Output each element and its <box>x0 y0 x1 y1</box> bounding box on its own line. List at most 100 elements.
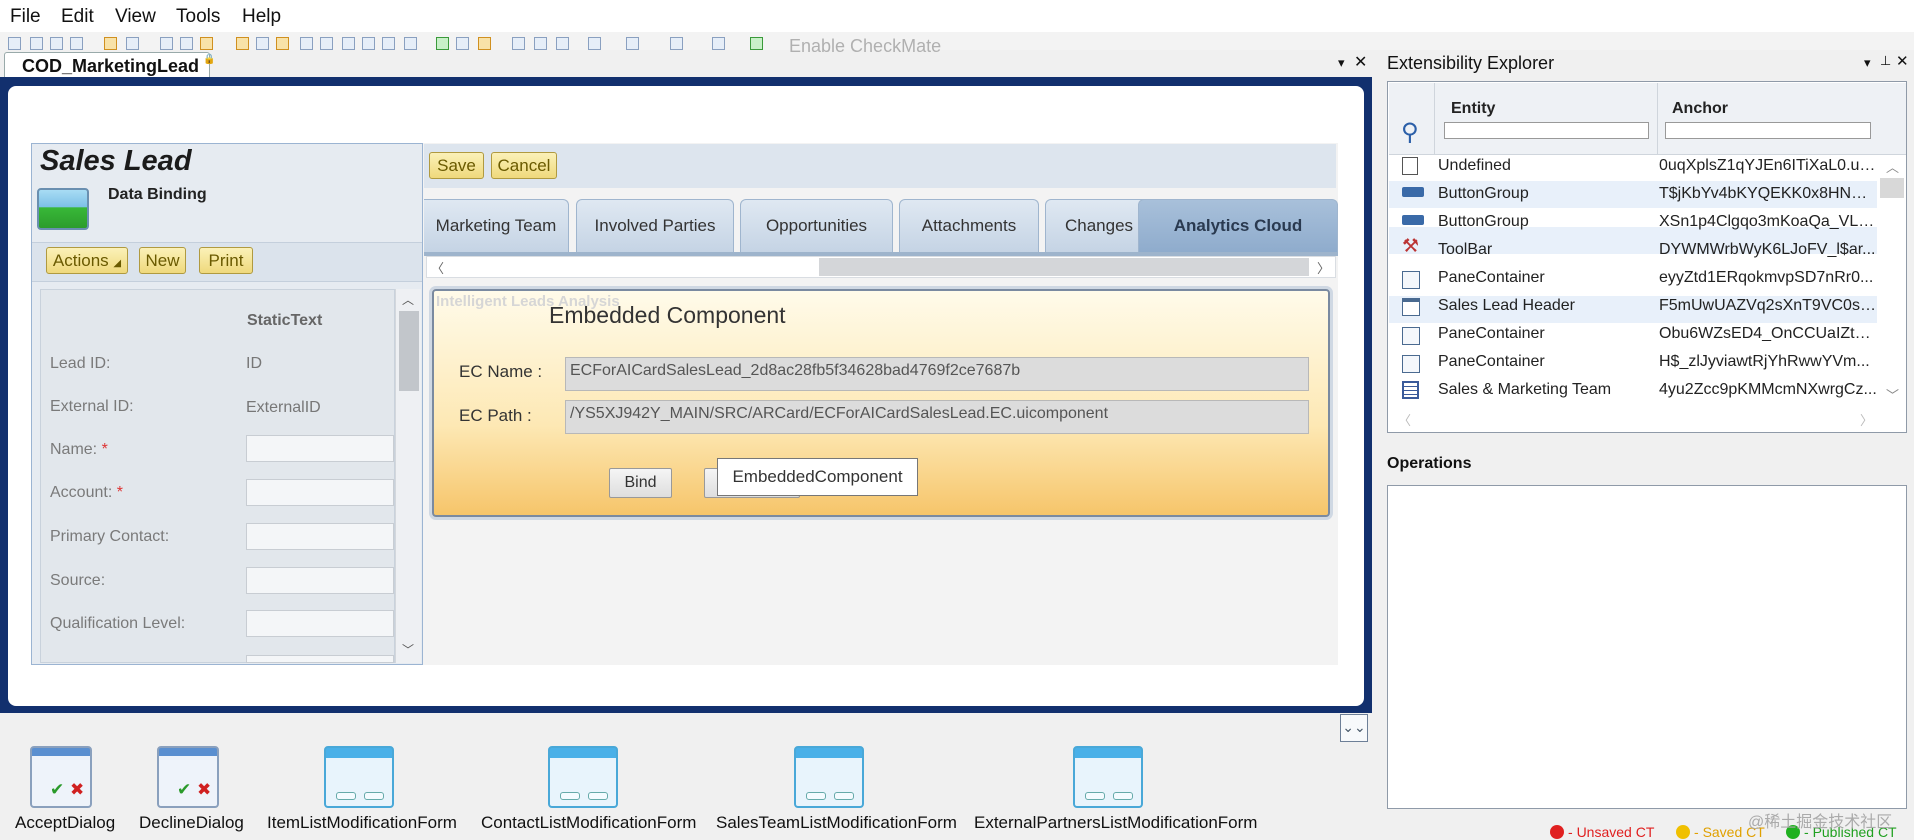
menu-file[interactable]: File <box>10 6 41 28</box>
anchor-filter-input[interactable] <box>1665 122 1871 139</box>
source-input[interactable] <box>246 567 394 594</box>
scroll-up-icon[interactable]: ︿ <box>1886 157 1899 176</box>
external-partners-form-label[interactable]: ExternalPartnersListModificationForm <box>974 813 1257 833</box>
scroll-left-icon[interactable]: 〈 <box>1398 410 1411 429</box>
columns-icon[interactable] <box>588 37 601 50</box>
row-entity[interactable]: PaneContainer <box>1438 353 1545 371</box>
preview-icon[interactable] <box>712 37 725 50</box>
account-input[interactable] <box>246 479 394 506</box>
row-entity[interactable]: PaneContainer <box>1438 269 1545 287</box>
horizontal-scrollbar[interactable]: 〈 〉 <box>426 256 1336 278</box>
row-anchor[interactable]: XSn1p4Clgqo3mKoaQa_VLn... <box>1659 213 1877 231</box>
ec-name-field[interactable]: ECForAICardSalesLead_2d8ac28fb5f34628bad… <box>565 357 1309 391</box>
row-anchor[interactable]: F5mUwUAZVq2sXnT9VC0sC... <box>1659 297 1877 315</box>
menu-tools[interactable]: Tools <box>176 6 220 28</box>
new-icon[interactable] <box>8 37 21 50</box>
edit-icon[interactable] <box>104 37 117 50</box>
sync-icon[interactable] <box>456 37 469 50</box>
wrench-icon[interactable] <box>276 37 289 50</box>
tree-icon[interactable] <box>670 37 683 50</box>
distribute-icon[interactable] <box>534 37 547 50</box>
menu-view[interactable]: View <box>115 6 156 28</box>
copy-icon[interactable] <box>180 37 193 50</box>
row-entity[interactable]: ToolBar <box>1438 241 1492 259</box>
refresh-icon[interactable] <box>382 37 395 50</box>
primary-contact-input[interactable] <box>246 523 394 550</box>
row-entity[interactable]: ButtonGroup <box>1438 213 1529 231</box>
contact-list-form-label[interactable]: ContactListModificationForm <box>481 813 696 833</box>
tab-marketing-team[interactable]: Marketing Team <box>424 199 569 254</box>
item-list-form-icon[interactable] <box>324 746 394 808</box>
entity-filter-input[interactable] <box>1444 122 1649 139</box>
qualification-level-input[interactable] <box>246 610 394 637</box>
enable-checkmate-button[interactable]: Enable CheckMate <box>789 36 941 57</box>
dropdown-icon[interactable]: ▾ <box>1864 55 1871 71</box>
scroll-right-icon[interactable]: 〉 <box>1860 410 1873 429</box>
tab-involved-parties[interactable]: Involved Parties <box>576 199 734 254</box>
check-icon[interactable] <box>478 37 491 50</box>
accept-dialog-label[interactable]: AcceptDialog <box>15 813 115 833</box>
close-icon[interactable]: ✕ <box>1896 52 1909 70</box>
link-icon[interactable] <box>320 37 333 50</box>
new-button[interactable]: New <box>139 247 186 274</box>
dropdown-icon[interactable]: ▾ <box>1338 55 1345 71</box>
row-anchor[interactable]: T$jKbYv4bKYQEKK0x8HNXW... <box>1659 185 1877 203</box>
document-tab[interactable]: COD_MarketingLead 🔒 <box>4 52 215 77</box>
open-icon[interactable] <box>30 37 43 50</box>
row-anchor[interactable]: H$_zlJyviawtRjYhRwwYVm... <box>1659 353 1877 371</box>
paste-icon[interactable] <box>200 37 213 50</box>
external-partners-form-icon[interactable] <box>1073 746 1143 808</box>
scroll-right-icon[interactable]: 〉 <box>1317 258 1330 277</box>
row-entity[interactable]: Sales & Marketing Team <box>1438 381 1611 399</box>
row-anchor[interactable]: DYWMWrbWyK6LJoFV_l$ar... <box>1659 241 1877 259</box>
window-icon[interactable] <box>342 37 355 50</box>
row-entity[interactable]: Undefined <box>1438 157 1511 175</box>
size-icon[interactable] <box>556 37 569 50</box>
horizontal-scroll-thumb[interactable] <box>819 258 1309 276</box>
book-icon[interactable] <box>436 37 449 50</box>
print-button[interactable]: Print <box>199 247 253 274</box>
globe-icon[interactable] <box>362 37 375 50</box>
entity-column-header[interactable]: Entity <box>1451 100 1495 118</box>
contact-list-form-icon[interactable] <box>548 746 618 808</box>
actions-button[interactable]: Actions ◢ <box>46 247 128 274</box>
layout-icon[interactable] <box>300 37 313 50</box>
sales-team-form-icon[interactable] <box>794 746 864 808</box>
form-scrollbar[interactable]: ︿ ﹀ <box>395 289 421 663</box>
item-list-form-label[interactable]: ItemListModificationForm <box>267 813 457 833</box>
scroll-thumb[interactable] <box>1880 178 1904 198</box>
tab-opportunities[interactable]: Opportunities <box>740 199 893 254</box>
ec-path-field[interactable]: /YS5XJ942Y_MAIN/SRC/ARCard/ECForAICardSa… <box>565 400 1309 434</box>
accept-dialog-icon[interactable]: ✔ ✖ <box>30 746 92 808</box>
cancel-button[interactable]: Cancel <box>491 152 557 179</box>
anchor-column-header[interactable]: Anchor <box>1672 100 1728 118</box>
cut-icon[interactable] <box>160 37 173 50</box>
scroll-thumb[interactable] <box>399 311 419 391</box>
search-icon[interactable]: ⚲ <box>1401 118 1419 147</box>
menu-help[interactable]: Help <box>242 6 281 28</box>
pin-icon[interactable]: ⊥ <box>1880 53 1891 69</box>
row-entity[interactable]: PaneContainer <box>1438 325 1545 343</box>
close-icon[interactable]: ✕ <box>1354 52 1367 72</box>
menu-edit[interactable]: Edit <box>61 6 94 28</box>
grid-icon[interactable] <box>256 37 269 50</box>
scroll-down-icon[interactable]: ﹀ <box>402 641 414 658</box>
save-button[interactable]: Save <box>429 152 484 179</box>
folder-icon[interactable] <box>236 37 249 50</box>
scroll-down-icon[interactable]: ﹀ <box>1886 385 1899 404</box>
tab-changes[interactable]: Changes <box>1045 199 1153 254</box>
scroll-up-icon[interactable]: ︿ <box>402 291 414 308</box>
sales-team-form-label[interactable]: SalesTeamListModificationForm <box>716 813 957 833</box>
scroll-left-icon[interactable]: 〈 <box>431 258 444 277</box>
row-anchor[interactable]: eyyZtd1ERqokmvpSD7nRr0... <box>1659 269 1877 287</box>
tab-attachments[interactable]: Attachments <box>899 199 1039 254</box>
row-anchor[interactable]: 4yu2Zcc9pKMMcmNXwrgCz... <box>1659 381 1877 399</box>
stack-icon[interactable] <box>404 37 417 50</box>
collapse-icon[interactable]: ⌄⌄ <box>1340 714 1368 742</box>
status-input[interactable] <box>246 655 394 663</box>
print-icon[interactable] <box>126 37 139 50</box>
save-all-icon[interactable] <box>70 37 83 50</box>
name-input[interactable] <box>246 435 394 462</box>
decline-dialog-label[interactable]: DeclineDialog <box>139 813 244 833</box>
row-entity[interactable]: ButtonGroup <box>1438 185 1529 203</box>
